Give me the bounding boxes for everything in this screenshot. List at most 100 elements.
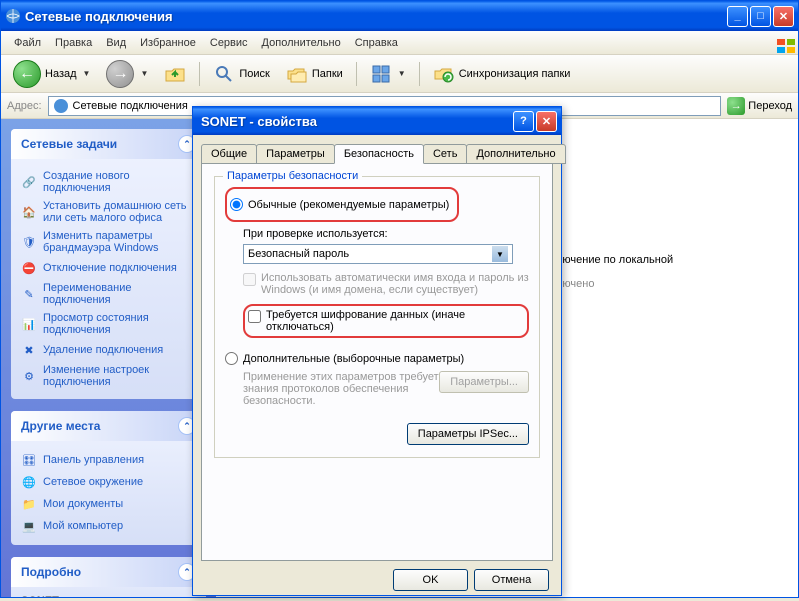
- task-new-connection[interactable]: 🔗Создание нового подключения: [21, 167, 196, 197]
- task-home-network[interactable]: 🏠Установить домашнюю сеть или сеть малог…: [21, 197, 196, 227]
- folders-icon: [286, 63, 308, 85]
- task-firewall[interactable]: 🛡Изменить параметры брандмауэра Windows: [21, 227, 196, 257]
- connection-icon: 🔗: [21, 174, 37, 190]
- address-label: Адрес:: [7, 100, 42, 112]
- views-dropdown-icon: ▼: [398, 69, 406, 78]
- lan-name: лючение по локальной: [556, 254, 673, 266]
- ok-button[interactable]: OK: [393, 569, 468, 591]
- views-icon: [370, 63, 392, 85]
- radio-typical-row[interactable]: Обычные (рекомендуемые параметры): [230, 198, 449, 211]
- details-name: SONET: [21, 595, 196, 597]
- highlight-typical: Обычные (рекомендуемые параметры): [225, 187, 459, 222]
- details-panel: Подробно ⌃ SONET: [11, 557, 206, 597]
- sync-button[interactable]: Синхронизация папки: [427, 59, 577, 89]
- menu-favorites[interactable]: Избранное: [133, 34, 203, 52]
- dialog-close-button[interactable]: ✕: [536, 111, 557, 132]
- home-icon: 🏠: [21, 204, 37, 220]
- dropdown-arrow-icon: ▼: [492, 246, 508, 262]
- tab-security[interactable]: Безопасность: [334, 144, 424, 164]
- maximize-button[interactable]: □: [750, 6, 771, 27]
- place-computer[interactable]: 💻Мой компьютер: [21, 515, 196, 537]
- back-arrow-icon: ←: [13, 60, 41, 88]
- close-button[interactable]: ✕: [773, 6, 794, 27]
- back-button[interactable]: ← Назад ▼: [7, 56, 96, 92]
- firewall-icon: 🛡: [21, 234, 37, 250]
- go-button[interactable]: → Переход: [727, 97, 792, 115]
- task-rename[interactable]: ✎Переименование подключения: [21, 279, 196, 309]
- menu-help[interactable]: Справка: [348, 34, 405, 52]
- highlight-encrypt: Требуется шифрование данных (иначе отклю…: [243, 304, 529, 338]
- folders-button[interactable]: Папки: [280, 59, 349, 89]
- network-icon: [53, 98, 69, 114]
- encrypt-row[interactable]: Требуется шифрование данных (иначе отклю…: [248, 309, 519, 333]
- encrypt-label: Требуется шифрование данных (иначе отклю…: [266, 309, 519, 333]
- sync-icon: [433, 63, 455, 85]
- place-documents[interactable]: 📁Мои документы: [21, 493, 196, 515]
- menubar: Файл Правка Вид Избранное Сервис Дополни…: [1, 31, 798, 55]
- lan-connection[interactable]: лючение по локальной лючено: [556, 254, 673, 290]
- auto-login-label: Использовать автоматически имя входа и п…: [261, 272, 529, 296]
- task-settings[interactable]: ⚙Изменение настроек подключения: [21, 361, 196, 391]
- forward-button[interactable]: → ▼: [100, 56, 154, 92]
- places-header[interactable]: Другие места ⌃: [11, 411, 206, 441]
- task-status[interactable]: 📊Просмотр состояния подключения: [21, 309, 196, 339]
- radio-typical[interactable]: [230, 198, 243, 211]
- folders-label: Папки: [312, 68, 343, 80]
- back-dropdown-icon: ▼: [83, 69, 91, 78]
- search-label: Поиск: [239, 68, 269, 80]
- menu-file[interactable]: Файл: [7, 34, 48, 52]
- toolbar-separator: [356, 62, 357, 86]
- menu-edit[interactable]: Правка: [48, 34, 99, 52]
- security-fieldset: Параметры безопасности Обычные (рекоменд…: [214, 176, 540, 458]
- tasks-header[interactable]: Сетевые задачи ⌃: [11, 129, 206, 159]
- tab-options[interactable]: Параметры: [256, 144, 335, 164]
- address-value: Сетевые подключения: [73, 100, 188, 112]
- radio-advanced-label: Дополнительные (выборочные параметры): [243, 353, 464, 365]
- task-delete[interactable]: ✖Удаление подключения: [21, 339, 196, 361]
- search-button[interactable]: Поиск: [207, 59, 275, 89]
- ipsec-button[interactable]: Параметры IPSec...: [407, 423, 529, 445]
- dialog-title: SONET - свойства: [201, 114, 513, 129]
- auto-login-checkbox[interactable]: [243, 273, 256, 286]
- views-button[interactable]: ▼: [364, 59, 412, 89]
- lan-status: лючено: [556, 278, 673, 290]
- cancel-button[interactable]: Отмена: [474, 569, 549, 591]
- properties-dialog: SONET - свойства ? ✕ Общие Параметры Без…: [192, 106, 562, 596]
- task-disable[interactable]: ⛔Отключение подключения: [21, 257, 196, 279]
- help-button[interactable]: ?: [513, 111, 534, 132]
- forward-dropdown-icon: ▼: [140, 69, 148, 78]
- menu-advanced[interactable]: Дополнительно: [255, 34, 348, 52]
- menu-tools[interactable]: Сервис: [203, 34, 255, 52]
- encrypt-checkbox[interactable]: [248, 310, 261, 323]
- place-control-panel[interactable]: 🎛Панель управления: [21, 449, 196, 471]
- verify-select[interactable]: Безопасный пароль ▼: [243, 244, 513, 264]
- disable-icon: ⛔: [21, 260, 37, 276]
- verify-value: Безопасный пароль: [248, 248, 349, 260]
- place-network[interactable]: 🌐Сетевое окружение: [21, 471, 196, 493]
- network-places-icon: 🌐: [21, 474, 37, 490]
- tab-advanced[interactable]: Дополнительно: [466, 144, 565, 164]
- tab-general[interactable]: Общие: [201, 144, 257, 164]
- delete-icon: ✖: [21, 342, 37, 358]
- sync-label: Синхронизация папки: [459, 68, 571, 80]
- radio-advanced-row[interactable]: Дополнительные (выборочные параметры): [225, 352, 529, 365]
- tab-network[interactable]: Сеть: [423, 144, 467, 164]
- radio-advanced[interactable]: [225, 352, 238, 365]
- control-panel-icon: 🎛: [21, 452, 37, 468]
- places-panel: Другие места ⌃ 🎛Панель управления 🌐Сетев…: [11, 411, 206, 545]
- minimize-button[interactable]: _: [727, 6, 748, 27]
- forward-arrow-icon: →: [106, 60, 134, 88]
- up-button[interactable]: [158, 59, 192, 89]
- documents-icon: 📁: [21, 496, 37, 512]
- auto-login-row[interactable]: Использовать автоматически имя входа и п…: [243, 272, 529, 296]
- toolbar-separator: [199, 62, 200, 86]
- menu-view[interactable]: Вид: [99, 34, 133, 52]
- radio-typical-label: Обычные (рекомендуемые параметры): [248, 199, 449, 211]
- details-header[interactable]: Подробно ⌃: [11, 557, 206, 587]
- tab-panel-security: Параметры безопасности Обычные (рекоменд…: [201, 163, 553, 561]
- toolbar-separator: [419, 62, 420, 86]
- go-label: Переход: [748, 100, 792, 112]
- dialog-footer: OK Отмена: [193, 569, 561, 601]
- places-title: Другие места: [21, 419, 100, 433]
- windows-flag-icon: [768, 34, 792, 52]
